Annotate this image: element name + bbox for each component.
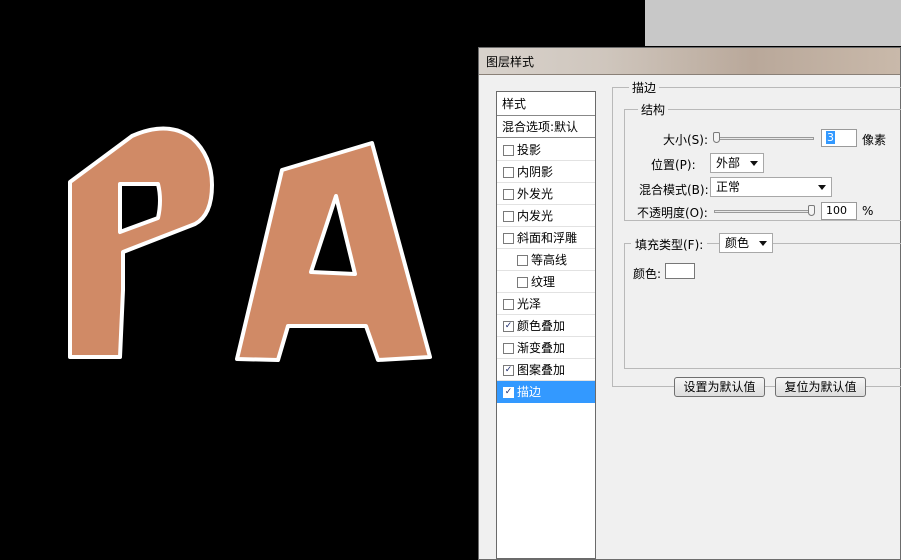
letter-a [235, 141, 432, 362]
chevron-down-icon [750, 161, 758, 166]
opacity-slider-handle[interactable] [808, 205, 815, 216]
style-item-label: 斜面和浮雕 [517, 231, 578, 245]
style-item-pattern-overlay[interactable]: ✓ 图案叠加 [497, 359, 595, 381]
style-item-satin[interactable]: 光泽 [497, 293, 595, 315]
style-item-contour[interactable]: 等高线 [497, 249, 595, 271]
fill-type-label: 填充类型(F): [631, 236, 708, 253]
color-overlay-checkbox[interactable]: ✓ [503, 321, 514, 332]
blend-mode-label: 混合模式(B): [639, 183, 709, 197]
stroke-checkbox[interactable]: ✓ [503, 387, 514, 398]
dialog-titlebar[interactable]: 图层样式 [479, 48, 900, 75]
bevel-emboss-checkbox[interactable] [503, 233, 514, 244]
texture-checkbox[interactable] [517, 277, 528, 288]
style-item-label: 图案叠加 [517, 363, 566, 377]
style-item-label: 颜色叠加 [517, 319, 566, 333]
style-item-label: 投影 [517, 143, 542, 157]
position-select[interactable]: 外部 [710, 153, 764, 173]
style-item-bevel-emboss[interactable]: 斜面和浮雕 [497, 227, 595, 249]
pattern-overlay-checkbox[interactable]: ✓ [503, 365, 514, 376]
size-label: 大小(S): [663, 133, 709, 147]
structure-group-label: 结构 [638, 101, 669, 118]
satin-checkbox[interactable] [503, 299, 514, 310]
style-list-header[interactable]: 样式 [497, 92, 595, 116]
position-label: 位置(P): [651, 158, 696, 172]
blend-options-item[interactable]: 混合选项:默认 [497, 116, 595, 138]
chevron-down-icon [818, 185, 826, 190]
size-slider-track[interactable] [714, 137, 814, 140]
outer-glow-checkbox[interactable] [503, 189, 514, 200]
size-input[interactable]: 3 [821, 129, 857, 147]
drop-shadow-checkbox[interactable] [503, 145, 514, 156]
chevron-down-icon [759, 241, 767, 246]
contour-checkbox[interactable] [517, 255, 528, 266]
style-item-label: 渐变叠加 [517, 341, 566, 355]
make-default-button[interactable]: 设置为默认值 [674, 377, 765, 397]
style-item-label: 光泽 [517, 297, 542, 311]
stroke-group-label: 描边 [629, 79, 660, 96]
dialog-title: 图层样式 [486, 55, 535, 69]
style-item-label: 等高线 [531, 253, 568, 267]
style-item-drop-shadow[interactable]: 投影 [497, 139, 595, 161]
style-item-inner-shadow[interactable]: 内阴影 [497, 161, 595, 183]
opacity-slider-track[interactable] [714, 210, 814, 213]
style-item-stroke[interactable]: ✓ 描边 [497, 381, 595, 403]
style-item-gradient-overlay[interactable]: 渐变叠加 [497, 337, 595, 359]
layer-style-dialog: 图层样式 样式 混合选项:默认 投影 内阴影 外发光 内发光 斜面和浮雕 等高线… [478, 47, 901, 560]
letter-p [68, 126, 214, 359]
fill-group [624, 243, 901, 369]
style-item-label: 描边 [517, 385, 542, 399]
artwork [68, 126, 432, 362]
fill-type-select[interactable]: 颜色 [719, 233, 773, 253]
style-item-label: 内阴影 [517, 165, 554, 179]
opacity-label: 不透明度(O): [637, 206, 708, 220]
reset-default-button[interactable]: 复位为默认值 [775, 377, 866, 397]
style-item-texture[interactable]: 纹理 [497, 271, 595, 293]
size-slider-handle[interactable] [713, 132, 720, 143]
gradient-overlay-checkbox[interactable] [503, 343, 514, 354]
style-list: 样式 混合选项:默认 投影 内阴影 外发光 内发光 斜面和浮雕 等高线 纹理 光… [496, 91, 596, 559]
canvas-background-area [645, 0, 901, 46]
style-item-label: 纹理 [531, 275, 556, 289]
size-unit-label: 像素 [862, 133, 887, 147]
inner-glow-checkbox[interactable] [503, 211, 514, 222]
style-item-color-overlay[interactable]: ✓ 颜色叠加 [497, 315, 595, 337]
opacity-unit-label: % [862, 204, 874, 218]
inner-shadow-checkbox[interactable] [503, 167, 514, 178]
opacity-input[interactable]: 100 [821, 202, 857, 220]
style-item-inner-glow[interactable]: 内发光 [497, 205, 595, 227]
style-item-outer-glow[interactable]: 外发光 [497, 183, 595, 205]
color-label: 颜色: [633, 267, 662, 281]
blend-mode-select[interactable]: 正常 [710, 177, 832, 197]
style-item-label: 内发光 [517, 209, 554, 223]
stroke-color-swatch[interactable] [665, 263, 695, 279]
style-item-label: 外发光 [517, 187, 554, 201]
